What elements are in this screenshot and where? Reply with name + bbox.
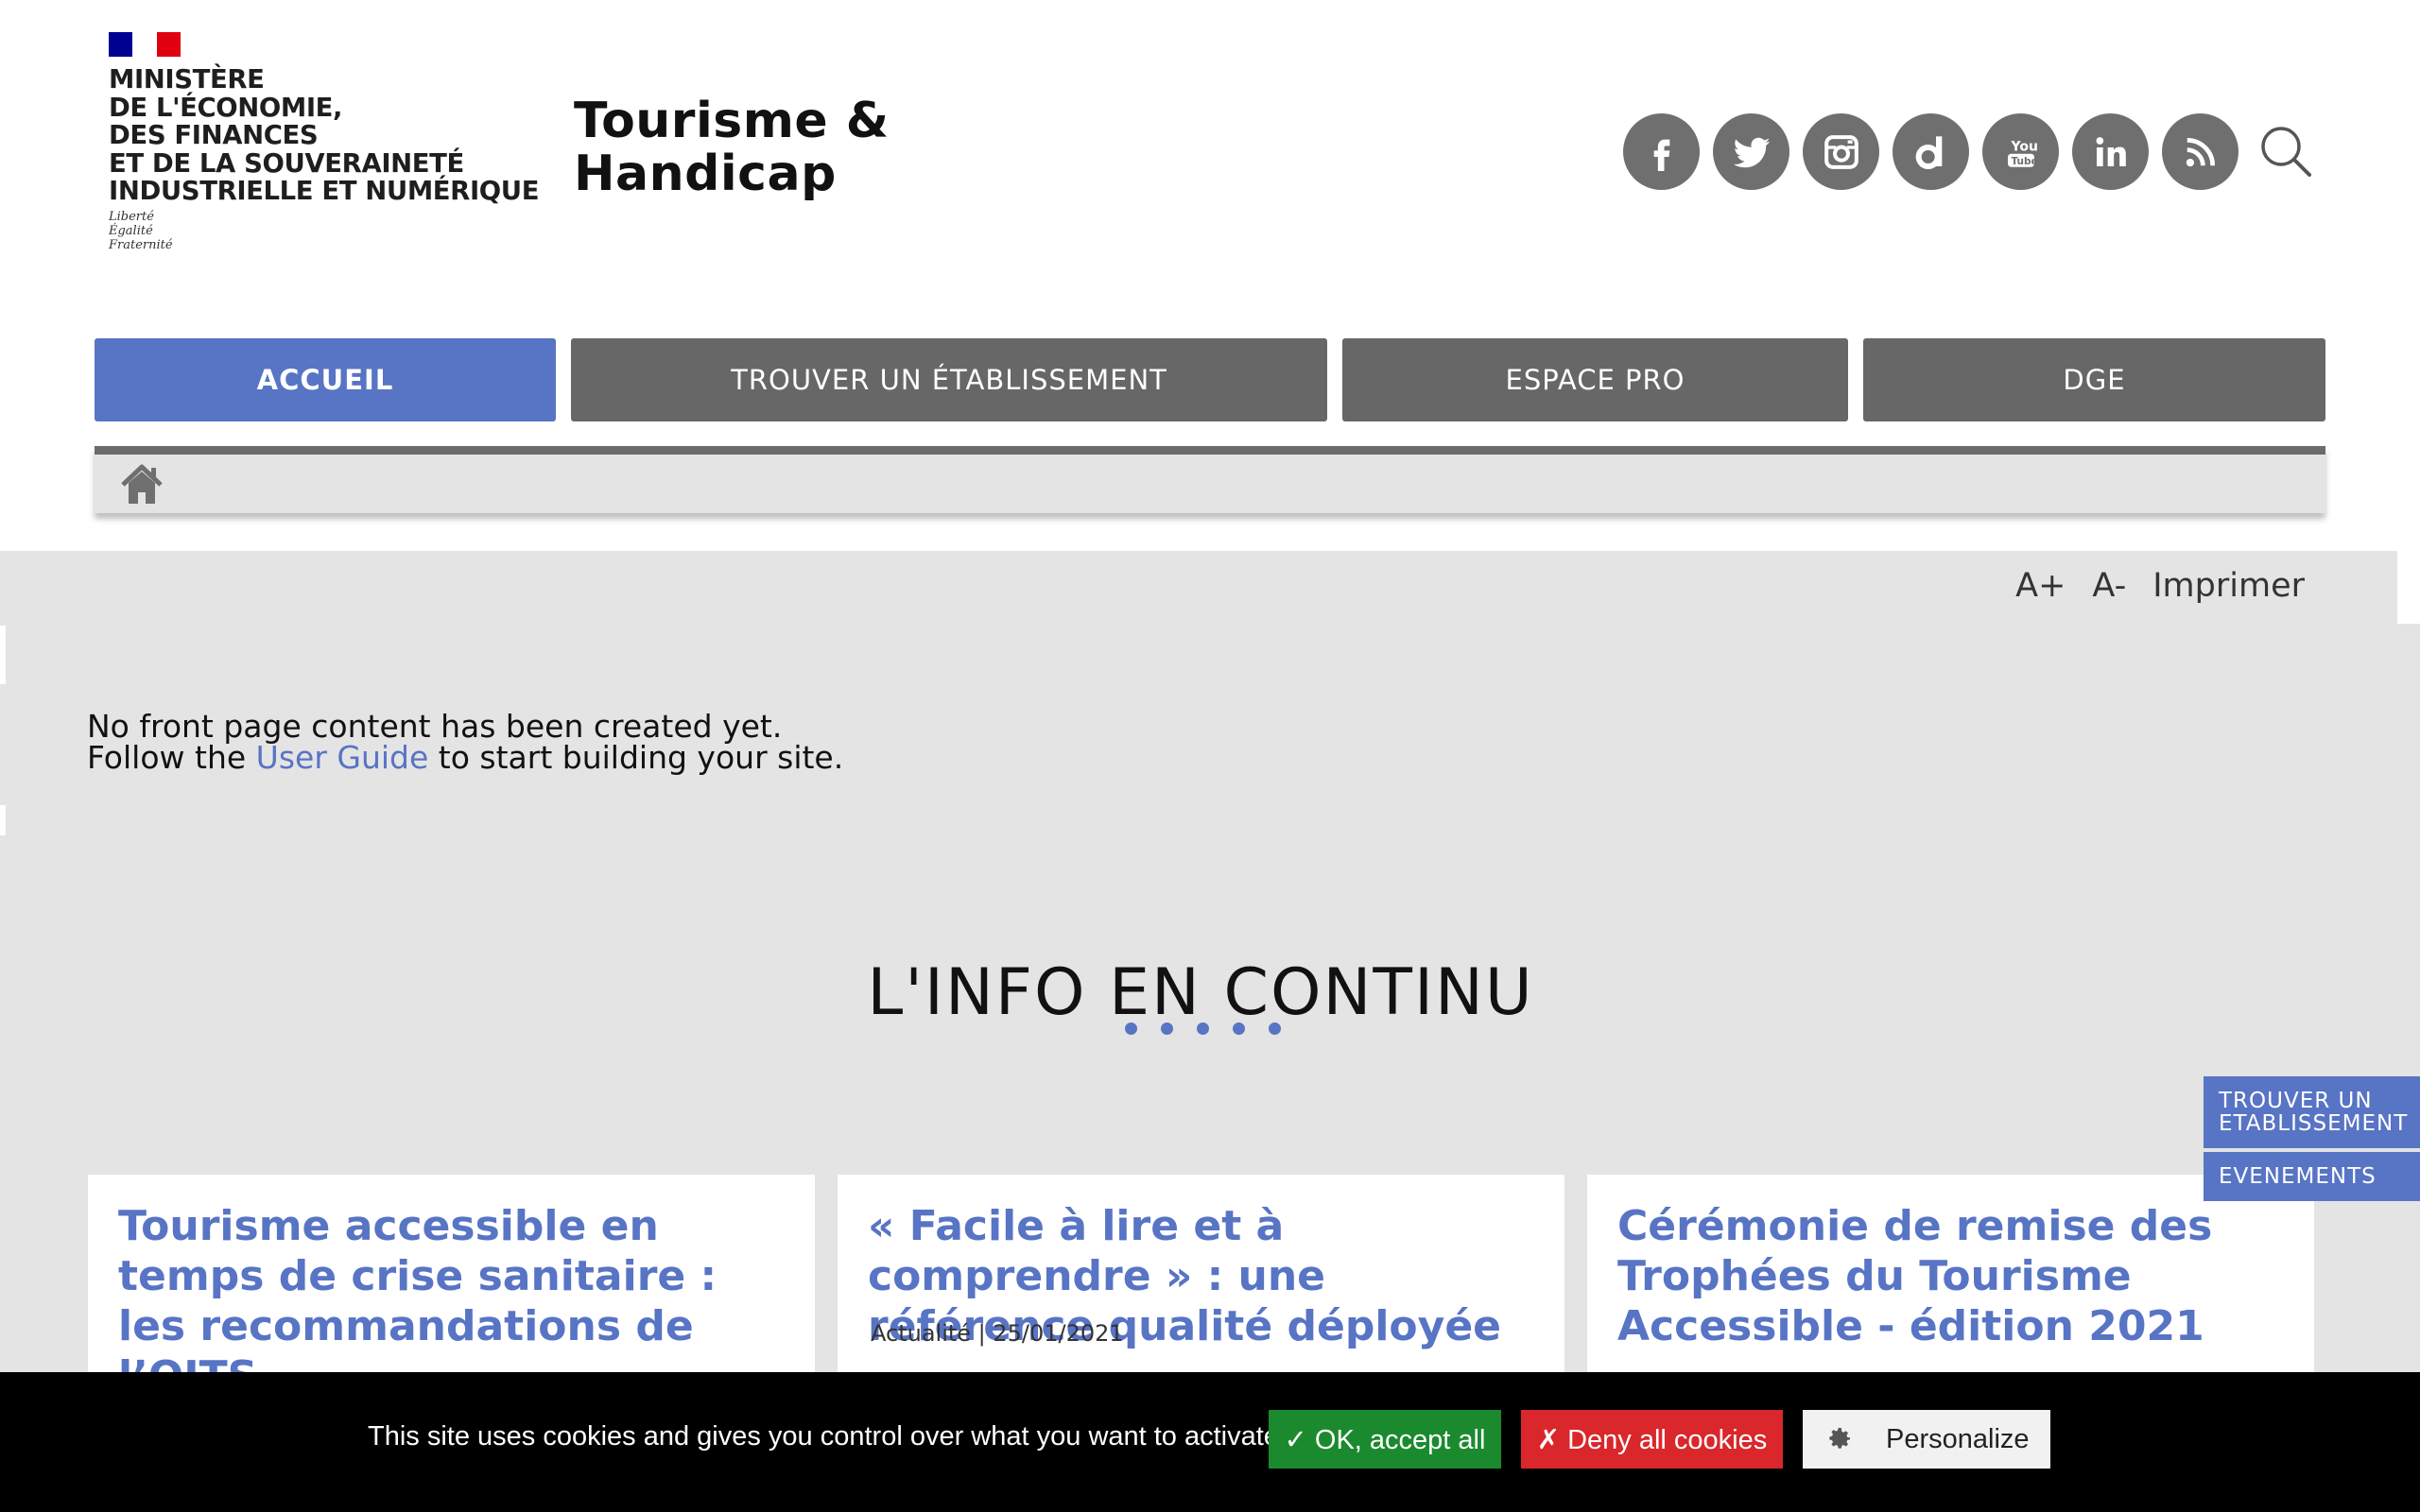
nav-trouver-etablissement[interactable]: TROUVER UN ÉTABLISSEMENT <box>571 338 1327 421</box>
section-divider-dots <box>1125 1022 1281 1035</box>
page-edge <box>0 626 6 684</box>
deny-all-cookies-button[interactable]: ✗ Deny all cookies <box>1521 1410 1783 1469</box>
republic-motto: Liberté Égalité Fraternité <box>109 209 173 252</box>
page-edge <box>0 805 6 835</box>
news-card-meta: Actualité | 25/01/2021 <box>871 1320 1124 1347</box>
news-card-title[interactable]: Cérémonie de remise des Trophées du Tour… <box>1617 1201 2289 1351</box>
personalize-cookies-button[interactable]: Personalize <box>1803 1410 2050 1469</box>
cookie-banner: This site uses cookies and gives you con… <box>0 1372 2420 1512</box>
home-icon[interactable] <box>119 462 164 506</box>
dailymotion-icon[interactable] <box>1893 113 1969 190</box>
facebook-icon[interactable] <box>1623 113 1700 190</box>
side-tab-trouver-etablissement[interactable]: TROUVER UN ETABLISSEMENT <box>2204 1076 2420 1148</box>
font-increase-button[interactable]: A+ <box>2015 567 2066 605</box>
instagram-icon[interactable] <box>1803 113 1879 190</box>
user-guide-link[interactable]: User Guide <box>256 739 429 776</box>
nav-espace-pro[interactable]: ESPACE PRO <box>1342 338 1848 421</box>
side-tab-evenements[interactable]: EVENEMENTS <box>2204 1152 2420 1201</box>
nav-dge[interactable]: DGE <box>1863 338 2325 421</box>
front-message-line2: Follow the User Guide to start building … <box>87 739 844 776</box>
accept-all-cookies-button[interactable]: ✓ OK, accept all <box>1269 1410 1501 1469</box>
svg-text:Tube: Tube <box>2011 156 2037 167</box>
print-button[interactable]: Imprimer <box>2152 567 2305 605</box>
linkedin-icon[interactable] <box>2072 113 2149 190</box>
font-decrease-button[interactable]: A- <box>2092 567 2126 605</box>
side-tabs: TROUVER UN ETABLISSEMENT EVENEMENTS <box>2204 1076 2420 1205</box>
site-title[interactable]: Tourisme & Handicap <box>574 94 890 200</box>
gear-icon <box>1829 1428 1850 1449</box>
svg-text:You: You <box>2010 139 2037 154</box>
twitter-icon[interactable] <box>1713 113 1789 190</box>
rss-icon[interactable] <box>2162 113 2238 190</box>
cookie-text: This site uses cookies and gives you con… <box>368 1421 1279 1452</box>
front-message-line1: No front page content has been created y… <box>87 708 783 745</box>
ministry-name: MINISTÈRE DE L'ÉCONOMIE, DES FINANCES ET… <box>109 64 540 206</box>
front-page-message: No front page content has been created y… <box>87 711 843 773</box>
nav-accueil[interactable]: ACCUEIL <box>95 338 556 421</box>
breadcrumb <box>95 446 2325 513</box>
search-icon[interactable] <box>2257 123 2314 180</box>
youtube-icon[interactable]: You Tube <box>1982 113 2059 190</box>
ministry-logo[interactable]: MINISTÈRE DE L'ÉCONOMIE, DES FINANCES ET… <box>109 32 540 252</box>
social-links: You Tube <box>1623 113 2238 190</box>
section-title: L'INFO EN CONTINU <box>867 955 1534 1031</box>
marianne-flag-icon <box>109 32 181 57</box>
accessibility-tools: A+ A- Imprimer <box>2015 567 2305 605</box>
page-edge <box>2397 551 2420 624</box>
